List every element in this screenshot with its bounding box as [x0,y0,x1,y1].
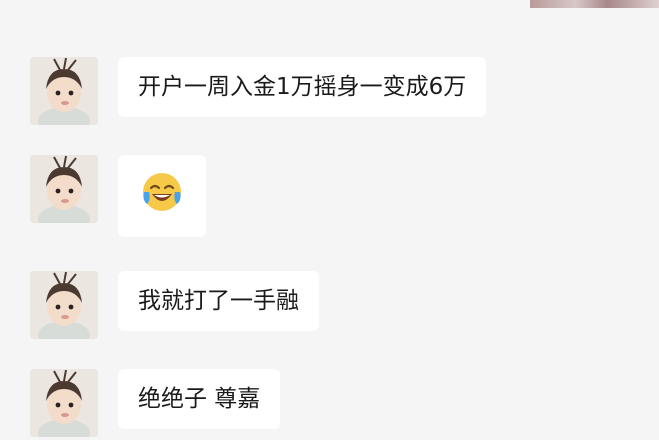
chat-message: 绝绝子 尊嘉 [30,369,281,437]
avatar[interactable] [30,271,98,339]
message-text: 开户一周入金1万摇身一变成6万 [138,74,467,100]
avatar[interactable] [30,369,98,437]
message-bubble[interactable]: 绝绝子 尊嘉 [118,369,281,429]
chat-message: 😂 [30,155,206,237]
message-bubble[interactable]: 😂 [118,155,206,237]
message-bubble[interactable]: 开户一周入金1万摇身一变成6万 [118,57,487,117]
tears-of-joy-emoji-icon [140,170,184,223]
message-bubble[interactable]: 我就打了一手融 [118,271,319,331]
message-text: 我就打了一手融 [138,288,299,314]
avatar[interactable] [30,57,98,125]
avatar[interactable] [30,155,98,223]
chat-message: 开户一周入金1万摇身一变成6万 [30,57,487,125]
chat-message: 我就打了一手融 [30,271,319,339]
image-thumbnail[interactable] [530,0,659,8]
chat-window: 开户一周入金1万摇身一变成6万 我就打了一手融 绝绝子 尊嘉 [0,0,659,440]
message-text: 绝绝子 尊嘉 [138,386,261,412]
